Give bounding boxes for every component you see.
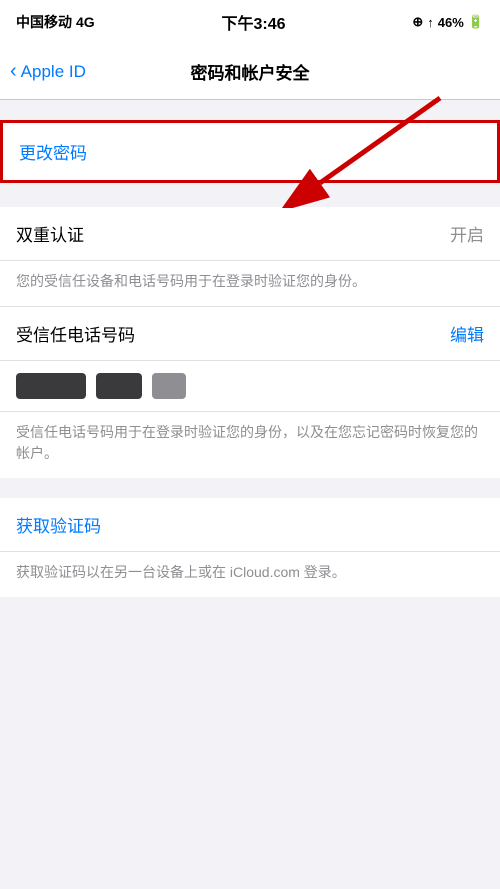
- status-left: 中国移动 4G: [16, 12, 95, 32]
- page-title: 密码和帐户安全: [191, 59, 310, 84]
- phone-chip-2: [96, 373, 142, 399]
- back-label[interactable]: Apple ID: [21, 62, 86, 82]
- status-bar: 中国移动 4G 下午3:46 ⊕ ↑ 46% 🔋: [0, 0, 500, 44]
- trusted-phone-row: 受信任电话号码 编辑: [0, 307, 500, 361]
- nav-bar: ‹ Apple ID 密码和帐户安全: [0, 44, 500, 100]
- two-factor-section: 双重认证 开启 您的受信任设备和电话号码用于在登录时验证您的身份。 受信任电话号…: [0, 207, 500, 478]
- change-password-item[interactable]: 更改密码: [3, 123, 497, 180]
- trusted-phone-edit-button[interactable]: 编辑: [450, 321, 484, 346]
- two-factor-description: 您的受信任设备和电话号码用于在登录时验证您的身份。: [0, 261, 500, 307]
- phone-numbers-row: [0, 361, 500, 412]
- two-factor-header: 双重认证 开启: [0, 207, 500, 261]
- verification-description: 获取验证码以在另一台设备上或在 iCloud.com 登录。: [0, 552, 500, 597]
- location-icon: ⊕: [412, 14, 423, 30]
- network-type: 4G: [76, 14, 95, 30]
- chevron-left-icon: ‹: [10, 61, 17, 81]
- carrier-label: 中国移动: [16, 12, 72, 32]
- change-password-section: 更改密码: [0, 120, 500, 183]
- get-verification-code-link[interactable]: 获取验证码: [0, 498, 500, 552]
- status-right: ⊕ ↑ 46% 🔋: [412, 14, 484, 30]
- two-factor-title: 双重认证: [16, 221, 84, 246]
- signal-icon: ↑: [427, 15, 434, 30]
- content-area: 更改密码 双重认证 开启 您的受信任设备和电话号码用于在登录时验证您的身份。 受…: [0, 100, 500, 617]
- trusted-phone-label: 受信任电话号码: [16, 321, 135, 346]
- verification-section: 获取验证码 获取验证码以在另一台设备上或在 iCloud.com 登录。: [0, 498, 500, 597]
- phone-description: 受信任电话号码用于在登录时验证您的身份，以及在您忘记密码时恢复您的帐户。: [0, 412, 500, 478]
- two-factor-status: 开启: [450, 221, 484, 246]
- battery-icon: 🔋: [468, 14, 484, 30]
- phone-chip-3: [152, 373, 186, 399]
- phone-chip-1: [16, 373, 86, 399]
- status-time: 下午3:46: [222, 10, 286, 34]
- battery-label: 46%: [438, 15, 464, 30]
- change-password-label[interactable]: 更改密码: [19, 144, 87, 163]
- back-button[interactable]: ‹ Apple ID: [10, 62, 86, 82]
